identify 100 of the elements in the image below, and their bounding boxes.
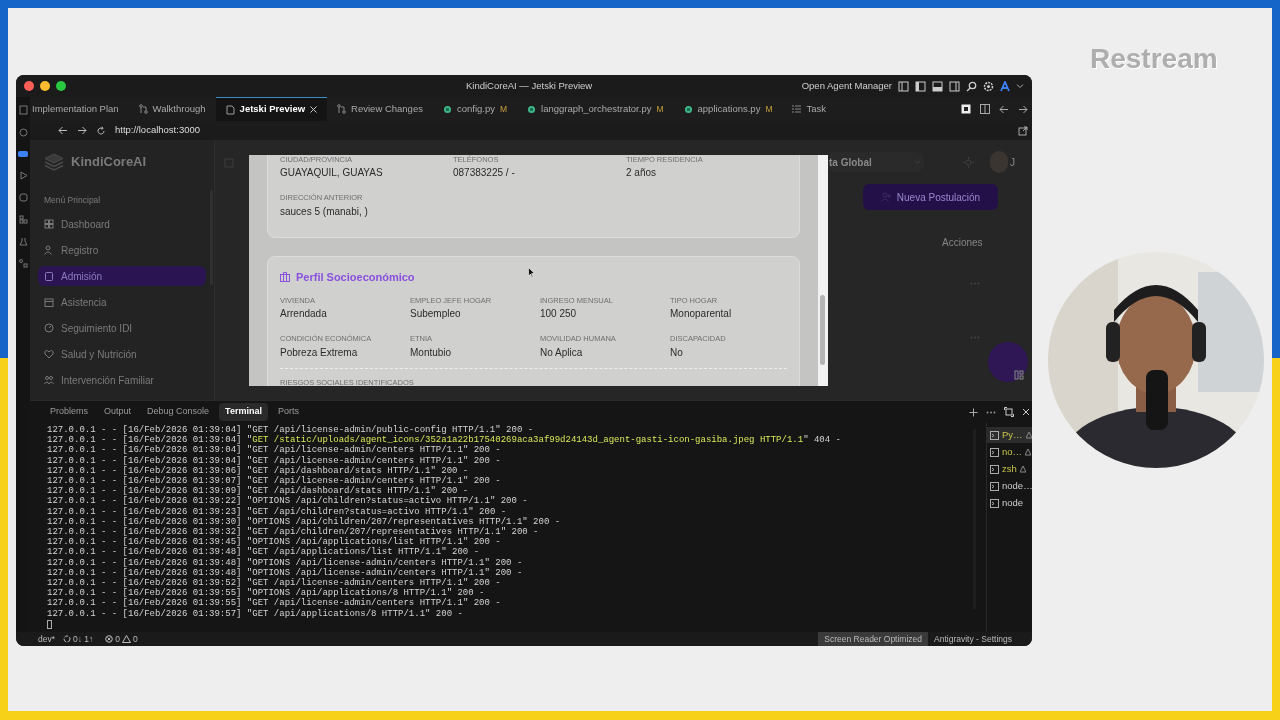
editor-tab[interactable]: applications.py M	[673, 97, 783, 121]
editor-tab[interactable]: Walkthrough	[128, 97, 216, 121]
file-icon	[225, 104, 235, 115]
gauge-icon	[44, 323, 54, 334]
menu-item[interactable]: Seguimiento IDI	[38, 318, 206, 339]
user-plus-icon	[880, 192, 891, 202]
editor-tab[interactable]: Review Changes	[327, 97, 433, 121]
modified-mark: M	[765, 102, 773, 116]
editor-tab[interactable]: Jetski Preview	[215, 97, 328, 121]
split-icon[interactable]	[949, 80, 960, 92]
nodes-icon[interactable]	[18, 259, 28, 268]
warning-count[interactable]: 0	[133, 632, 138, 646]
extensions-icon[interactable]	[18, 215, 28, 224]
split-icon[interactable]	[980, 104, 990, 114]
terminal-line: 127.0.0.1 - - [16/Feb/2026 01:39:52] "GET /api/license-admin/centers HTTP/1.1" 200 -	[47, 578, 502, 589]
badge-icon[interactable]	[18, 150, 28, 158]
panel-tab[interactable]: Terminal	[219, 403, 268, 421]
layout-icon[interactable]	[898, 80, 909, 92]
terminal-line: 127.0.0.1 - - [16/Feb/2026 01:39:48] "OPTIONS /api/license-admin/centers HTTP/1.1" 200 -	[47, 557, 524, 568]
terminal-instance[interactable]: node…	[987, 478, 1032, 494]
run-icon[interactable]	[18, 171, 28, 180]
circle-icon[interactable]	[18, 128, 28, 137]
field-value: Subempleo	[410, 307, 462, 322]
menu-item[interactable]: Registro	[38, 240, 206, 261]
maximize-panel-icon[interactable]	[1004, 407, 1014, 417]
terminal-icon	[990, 447, 999, 457]
mouse-cursor-icon	[528, 267, 535, 278]
status-item[interactable]: Screen Reader Optimized	[818, 632, 929, 646]
reload-icon[interactable]	[96, 125, 106, 136]
branch-icon	[337, 104, 347, 114]
menu-item[interactable]: Salud y Nutrición	[38, 344, 206, 365]
menu-heading: Menú Principal	[43, 193, 102, 207]
chevron-down-icon[interactable]	[1016, 82, 1024, 90]
terminal-instance[interactable]: Py…	[987, 427, 1032, 443]
terminal-line: 127.0.0.1 - - [16/Feb/2026 01:39:04] "GET /api/license-admin/centers HTTP/1.1" 200 -	[47, 445, 501, 456]
sync-status[interactable]: 0↓ 1↑	[73, 632, 94, 646]
files-icon[interactable]	[18, 105, 28, 115]
modified-mark: M	[499, 102, 508, 116]
editor-tab[interactable]: Implementation Plan	[29, 97, 129, 121]
back-arrow-icon[interactable]	[999, 104, 1009, 114]
python-icon	[683, 104, 693, 114]
menu-item[interactable]: Admisión	[38, 266, 206, 287]
error-count[interactable]: 0	[115, 632, 121, 646]
status-item[interactable]: Antigravity - Settings	[928, 632, 1018, 646]
database-icon[interactable]	[18, 193, 28, 202]
plus-icon[interactable]	[969, 407, 978, 417]
more-icon[interactable]	[986, 410, 996, 414]
panel-tab[interactable]: Output	[98, 403, 138, 421]
url-field[interactable]: http://localhost:3000	[115, 123, 201, 138]
terminal-icon	[990, 498, 999, 508]
sync-icon[interactable]	[63, 635, 71, 643]
menu-item[interactable]: Asistencia	[38, 292, 206, 313]
terminal-line: 127.0.0.1 - - [16/Feb/2026 01:39:45] "OPTIONS /api/applications/list HTTP/1.1" 200 -	[47, 537, 502, 548]
minimize-window-icon[interactable]	[40, 81, 50, 91]
error-icon[interactable]	[105, 635, 114, 643]
forward-arrow-icon[interactable]	[1018, 104, 1028, 114]
terminal-icon	[990, 464, 999, 474]
panel-tab[interactable]: Ports	[271, 403, 305, 421]
terminal-line: 127.0.0.1 - - [16/Feb/2026 01:39:23] "GET /api/children?status=activo HTTP/1.1" 200 -	[47, 506, 508, 517]
menu-item[interactable]: Intervención Familiar	[38, 370, 206, 391]
terminal-instance[interactable]: zsh	[987, 461, 1032, 477]
editor-tab[interactable]: config.py M	[432, 97, 518, 121]
new-application-button[interactable]: Nueva Postulación	[863, 184, 998, 210]
python-icon	[527, 104, 537, 114]
agent-manager-link[interactable]: Open Agent Manager	[801, 78, 892, 94]
open-external-icon[interactable]	[1018, 125, 1028, 136]
terminal-line: 127.0.0.1 - - [16/Feb/2026 01:39:32] "GET /api/children/207/representatives HTTP/1.1" 200 -	[47, 527, 540, 538]
account-icon[interactable]	[1000, 80, 1010, 92]
view-toggle-icon[interactable]	[961, 104, 971, 114]
back-arrow-icon[interactable]	[58, 126, 68, 135]
terminal-line: 127.0.0.1 - - [16/Feb/2026 01:39:55] "OPTIONS /api/applications/8 HTTP/1.1" 200 -	[47, 588, 486, 599]
maximize-window-icon[interactable]	[56, 81, 66, 91]
card-title: Perfil Socioeconómico	[296, 269, 415, 285]
terminal-line: 127.0.0.1 - - [16/Feb/2026 01:39:07] "GET /api/license-admin/centers HTTP/1.1" 200 -	[47, 476, 502, 486]
close-icon[interactable]	[1022, 408, 1030, 416]
panel-tab[interactable]: Problems	[44, 403, 94, 421]
panel-tab[interactable]: Debug Console	[141, 403, 216, 421]
flask-icon[interactable]	[18, 237, 28, 246]
grid-icon[interactable]	[1014, 370, 1024, 380]
terminal-instance[interactable]: no…	[987, 444, 1032, 460]
settings-icon[interactable]	[983, 80, 994, 92]
close-window-icon[interactable]	[24, 81, 34, 91]
editor-tab[interactable]: langgraph_orchestrator.py M	[517, 97, 674, 121]
overlay-logo: Restream	[1090, 42, 1218, 76]
warning-icon[interactable]	[122, 635, 132, 643]
close-icon[interactable]	[310, 106, 318, 113]
panel-toggle-icon[interactable]	[932, 80, 943, 92]
warning-icon	[1019, 465, 1026, 473]
field-value: Montubio	[410, 345, 453, 360]
field-value: 087383225 / -	[453, 166, 516, 181]
menu-item[interactable]: Dashboard	[38, 214, 206, 235]
terminal-line: 127.0.0.1 - - [16/Feb/2026 01:39:04] "GET /api/license-admin/public-config HTTP/1.1" 200 -	[47, 425, 535, 435]
terminal-line: 127.0.0.1 - - [16/Feb/2026 01:39:48] "GET /api/applications/list HTTP/1.1" 200 -	[47, 547, 481, 558]
filter-dropdown[interactable]: ta Global	[825, 152, 925, 172]
editor-tab[interactable]: Task	[782, 97, 837, 121]
terminal-instance[interactable]: node	[987, 495, 1032, 511]
forward-arrow-icon[interactable]	[77, 126, 87, 135]
branch-name[interactable]: dev*	[38, 632, 55, 646]
terminal-line: 127.0.0.1 - - [16/Feb/2026 01:39:30] "OPTIONS /api/children/207/representatives HTTP/1.1" 200 -	[47, 516, 562, 527]
search-icon[interactable]	[966, 80, 977, 92]
